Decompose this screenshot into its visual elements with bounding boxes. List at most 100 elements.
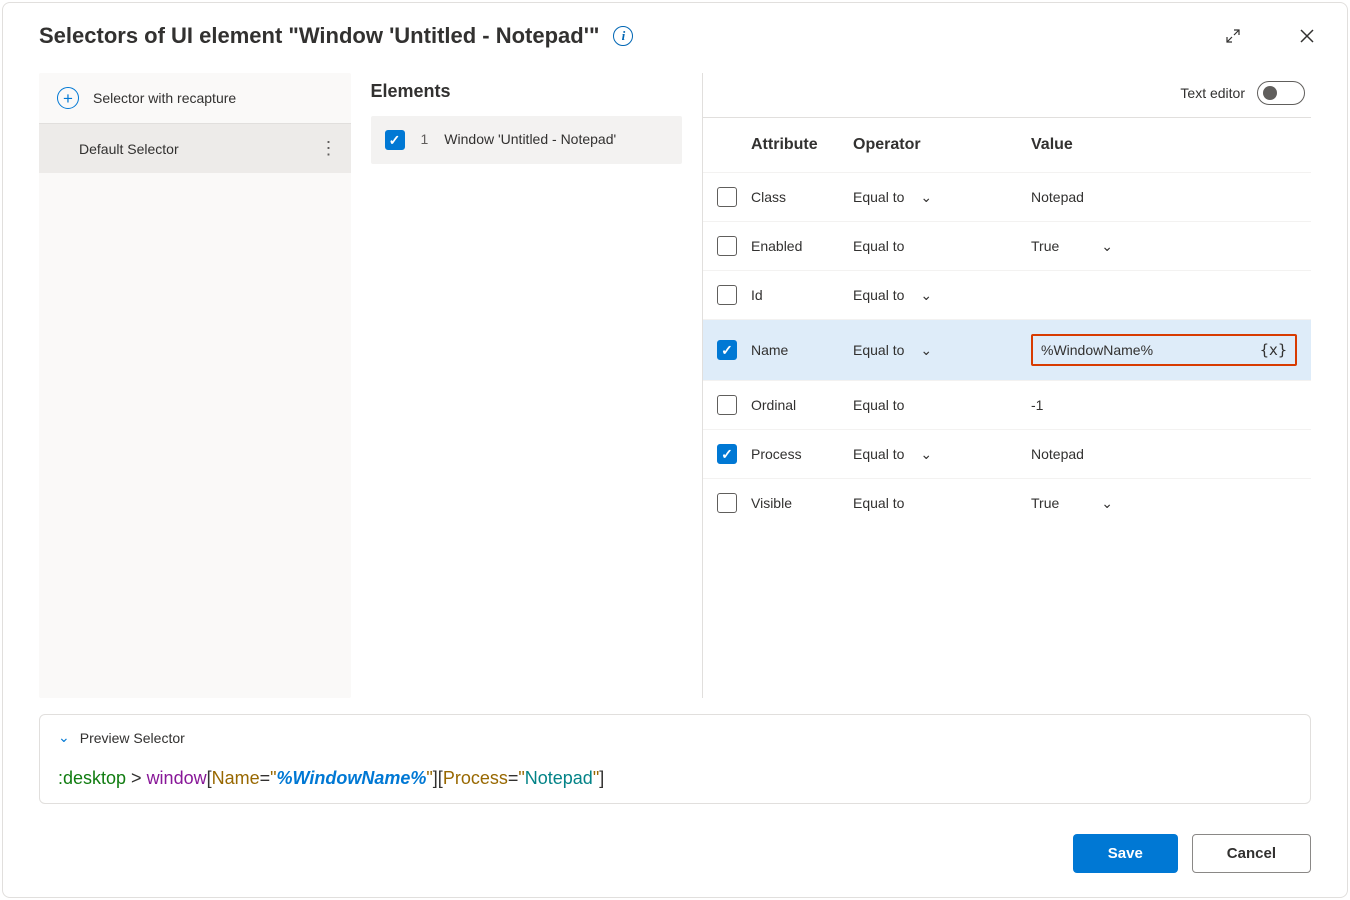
value-text: Notepad — [1031, 189, 1084, 205]
kebab-icon[interactable]: ⋮ — [320, 138, 337, 159]
save-button[interactable]: Save — [1073, 834, 1178, 873]
column-attribute: Attribute — [751, 136, 853, 154]
text-editor-toggle[interactable] — [1257, 81, 1305, 105]
element-index: 1 — [421, 131, 429, 147]
plus-icon: + — [57, 87, 79, 109]
operator-label: Equal to — [853, 397, 904, 413]
attribute-name: Enabled — [751, 238, 853, 254]
value-cell[interactable]: %WindowName% {x} — [1031, 334, 1297, 366]
operator-cell[interactable]: Equal to ⌄ — [853, 446, 1031, 463]
chevron-down-icon[interactable]: ⌄ — [920, 287, 932, 304]
attribute-checkbox[interactable] — [717, 285, 737, 305]
element-name: Window 'Untitled - Notepad' — [444, 131, 616, 147]
dialog-body: + Selector with recapture Default Select… — [3, 59, 1347, 698]
attribute-checkbox[interactable] — [717, 340, 737, 360]
selector-dialog: Selectors of UI element "Window 'Untitle… — [2, 2, 1348, 898]
selectors-panel: + Selector with recapture Default Select… — [39, 73, 351, 698]
value-text: %WindowName% — [1041, 342, 1153, 358]
operator-cell[interactable]: Equal to ⌄ — [853, 287, 1031, 304]
token-desktop: :desktop — [58, 768, 126, 788]
token-gt: > — [126, 768, 147, 788]
cancel-button[interactable]: Cancel — [1192, 834, 1311, 873]
value-cell[interactable]: -1 — [1031, 397, 1297, 413]
column-operator: Operator — [853, 136, 1031, 154]
close-icon[interactable] — [1297, 26, 1317, 46]
value-cell[interactable]: True ⌄ — [1031, 238, 1297, 255]
chevron-down-icon[interactable]: ⌄ — [1101, 238, 1113, 255]
attribute-row[interactable]: VisibleEqual to True ⌄ — [703, 478, 1311, 527]
element-checkbox[interactable] — [385, 130, 405, 150]
operator-cell[interactable]: Equal to — [853, 238, 1031, 254]
attribute-name: Ordinal — [751, 397, 853, 413]
value-input[interactable]: %WindowName% {x} — [1031, 334, 1297, 366]
preview-code: :desktop > window[Name="%WindowName%"][P… — [58, 768, 1292, 789]
chevron-down-icon[interactable]: ⌄ — [920, 189, 932, 206]
token-eq2: = — [508, 768, 519, 788]
preview-label: Preview Selector — [80, 730, 185, 746]
operator-label: Equal to — [853, 446, 904, 462]
operator-label: Equal to — [853, 238, 904, 254]
chevron-down-icon: ⌄ — [58, 729, 70, 746]
preview-section: ⌄ Preview Selector :desktop > window[Nam… — [39, 714, 1311, 804]
value-cell[interactable]: Notepad — [1031, 189, 1297, 205]
attribute-row[interactable]: ClassEqual to ⌄ Notepad — [703, 172, 1311, 221]
operator-cell[interactable]: Equal to — [853, 397, 1031, 413]
dialog-title: Selectors of UI element "Window 'Untitle… — [39, 23, 599, 49]
default-selector-item[interactable]: Default Selector ⋮ — [39, 124, 351, 173]
column-value: Value — [1031, 136, 1297, 154]
attributes-header: Text editor — [703, 73, 1311, 117]
value-text: True — [1031, 238, 1059, 254]
attribute-row[interactable]: NameEqual to ⌄ %WindowName% {x} — [703, 319, 1311, 380]
chevron-down-icon[interactable]: ⌄ — [920, 342, 932, 359]
operator-cell[interactable]: Equal to ⌄ — [853, 342, 1031, 359]
attribute-row[interactable]: IdEqual to ⌄ — [703, 270, 1311, 319]
value-text: True — [1031, 495, 1059, 511]
token-proc-key: Process — [443, 768, 508, 788]
attribute-row[interactable]: EnabledEqual to True ⌄ — [703, 221, 1311, 270]
token-rbr2: ] — [599, 768, 604, 788]
attribute-checkbox[interactable] — [717, 395, 737, 415]
add-selector-button[interactable]: + Selector with recapture — [39, 73, 351, 124]
attribute-checkbox[interactable] — [717, 187, 737, 207]
elements-heading: Elements — [371, 73, 683, 116]
attribute-row[interactable]: ProcessEqual to ⌄ Notepad — [703, 429, 1311, 478]
variable-icon[interactable]: {x} — [1260, 341, 1287, 359]
value-text: -1 — [1031, 397, 1043, 413]
attributes-panel: Text editor Attribute Operator Value Cla… — [702, 73, 1311, 698]
text-editor-label: Text editor — [1180, 85, 1245, 101]
operator-label: Equal to — [853, 342, 904, 358]
value-text: Notepad — [1031, 446, 1084, 462]
token-proc-val: Notepad — [525, 768, 593, 788]
attributes-table: Attribute Operator Value ClassEqual to⌄N… — [703, 117, 1311, 527]
default-selector-label: Default Selector — [79, 141, 179, 157]
attribute-name: Visible — [751, 495, 853, 511]
token-name-val: %WindowName% — [277, 768, 427, 788]
token-name-key: Name — [212, 768, 260, 788]
expand-icon[interactable] — [1223, 26, 1243, 46]
info-icon[interactable]: i — [613, 26, 633, 46]
attribute-name: Class — [751, 189, 853, 205]
chevron-down-icon[interactable]: ⌄ — [1101, 495, 1113, 512]
attribute-checkbox[interactable] — [717, 236, 737, 256]
operator-cell[interactable]: Equal to — [853, 495, 1031, 511]
attribute-name: Id — [751, 287, 853, 303]
attribute-name: Name — [751, 342, 853, 358]
operator-label: Equal to — [853, 189, 904, 205]
value-cell[interactable]: True ⌄ — [1031, 495, 1297, 512]
dialog-footer: Save Cancel — [3, 820, 1347, 897]
operator-cell[interactable]: Equal to ⌄ — [853, 189, 1031, 206]
value-cell[interactable]: Notepad — [1031, 446, 1297, 462]
operator-label: Equal to — [853, 287, 904, 303]
add-selector-label: Selector with recapture — [93, 90, 236, 106]
elements-panel: Elements 1 Window 'Untitled - Notepad' — [371, 73, 683, 698]
chevron-down-icon[interactable]: ⌄ — [920, 446, 932, 463]
attributes-table-header: Attribute Operator Value — [703, 118, 1311, 172]
preview-toggle[interactable]: ⌄ Preview Selector — [58, 729, 1292, 746]
element-item[interactable]: 1 Window 'Untitled - Notepad' — [371, 116, 683, 164]
operator-label: Equal to — [853, 495, 904, 511]
attribute-row[interactable]: OrdinalEqual to -1 — [703, 380, 1311, 429]
attribute-checkbox[interactable] — [717, 493, 737, 513]
attribute-checkbox[interactable] — [717, 444, 737, 464]
token-eq: = — [260, 768, 271, 788]
attribute-name: Process — [751, 446, 853, 462]
